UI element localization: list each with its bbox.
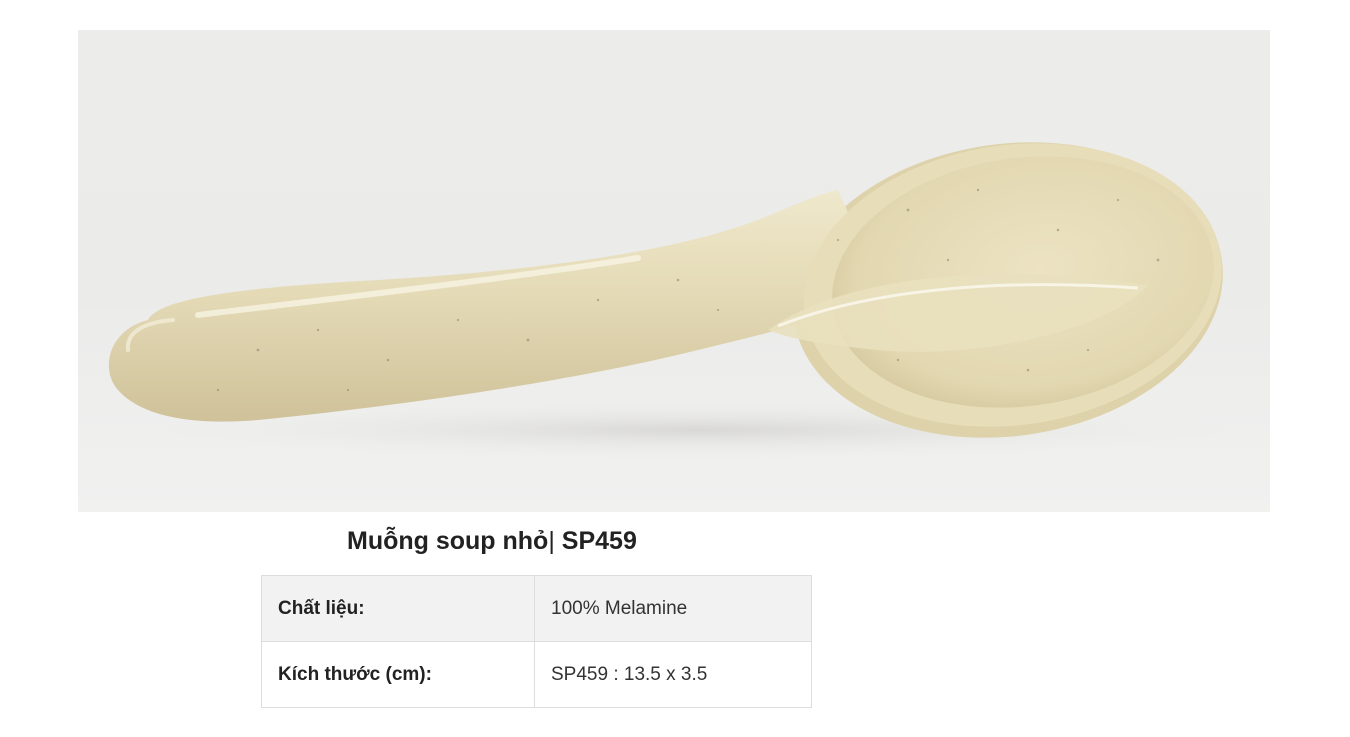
spec-row-size: Kích thước (cm): SP459 : 13.5 x 3.5 <box>261 641 812 708</box>
product-code: SP459 <box>561 527 637 555</box>
product-name: Muỗng soup nhỏ <box>347 527 549 555</box>
spoon-illustration <box>108 142 1238 458</box>
spec-value-size: SP459 : 13.5 x 3.5 <box>534 641 812 708</box>
product-photo <box>78 30 1270 512</box>
spec-label-material: Chất liệu: <box>261 575 535 642</box>
product-page: Muỗng soup nhỏ| SP459 Chất liệu: 100% Me… <box>0 0 1350 737</box>
spec-table: Chất liệu: 100% Melamine Kích thước (cm)… <box>261 575 812 708</box>
title-separator: | <box>548 527 555 555</box>
product-title: Muỗng soup nhỏ| SP459 <box>347 526 637 556</box>
spec-row-material: Chất liệu: 100% Melamine <box>261 575 812 642</box>
spec-label-size: Kích thước (cm): <box>261 641 535 708</box>
spec-value-material: 100% Melamine <box>534 575 812 642</box>
